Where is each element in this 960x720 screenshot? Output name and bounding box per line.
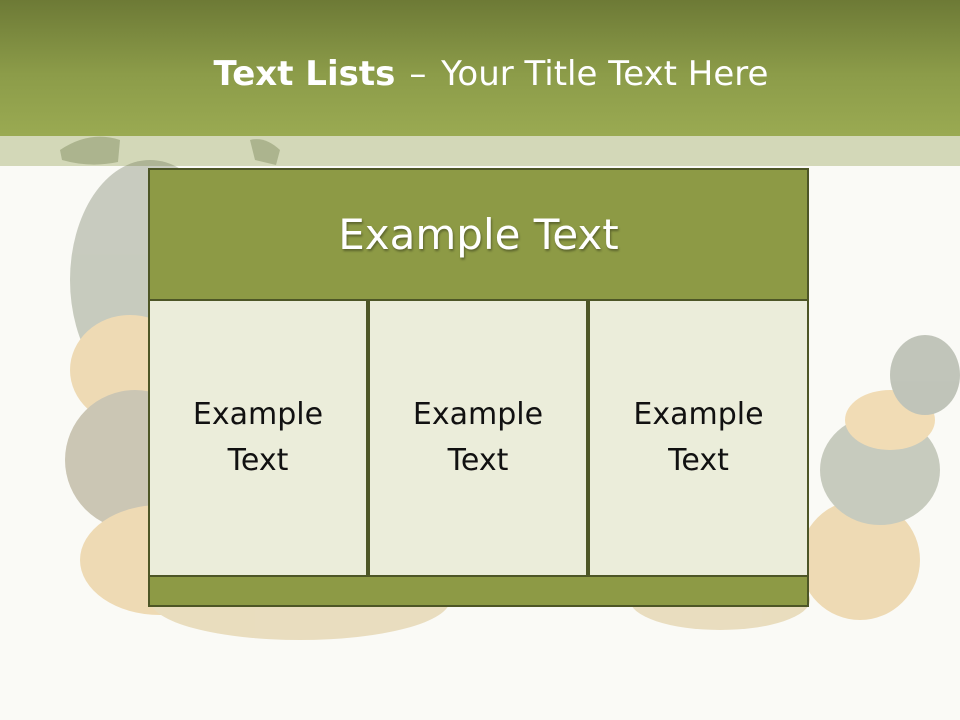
diagram-column-1-text: Example Text bbox=[192, 397, 324, 478]
diagram-column-3[interactable]: Example Text bbox=[588, 299, 809, 577]
slide-title-bold: Text Lists bbox=[213, 54, 396, 94]
diagram-header-text: Example Text bbox=[338, 209, 619, 259]
text-list-diagram: Example Text Example Text Example Text E… bbox=[148, 168, 809, 609]
slide-title: Text Lists – Your Title Text Here bbox=[0, 50, 960, 98]
slide-title-rest: Your Title Text Here bbox=[441, 54, 769, 94]
diagram-column-2-text: Example Text bbox=[412, 397, 544, 478]
diagram-header-box[interactable]: Example Text bbox=[148, 168, 809, 301]
diagram-footer-bar bbox=[148, 575, 809, 607]
diagram-column-2[interactable]: Example Text bbox=[368, 299, 588, 577]
diagram-column-1[interactable]: Example Text bbox=[148, 299, 368, 577]
diagram-column-3-text: Example Text bbox=[633, 397, 764, 478]
slide-title-separator: – bbox=[409, 54, 427, 94]
